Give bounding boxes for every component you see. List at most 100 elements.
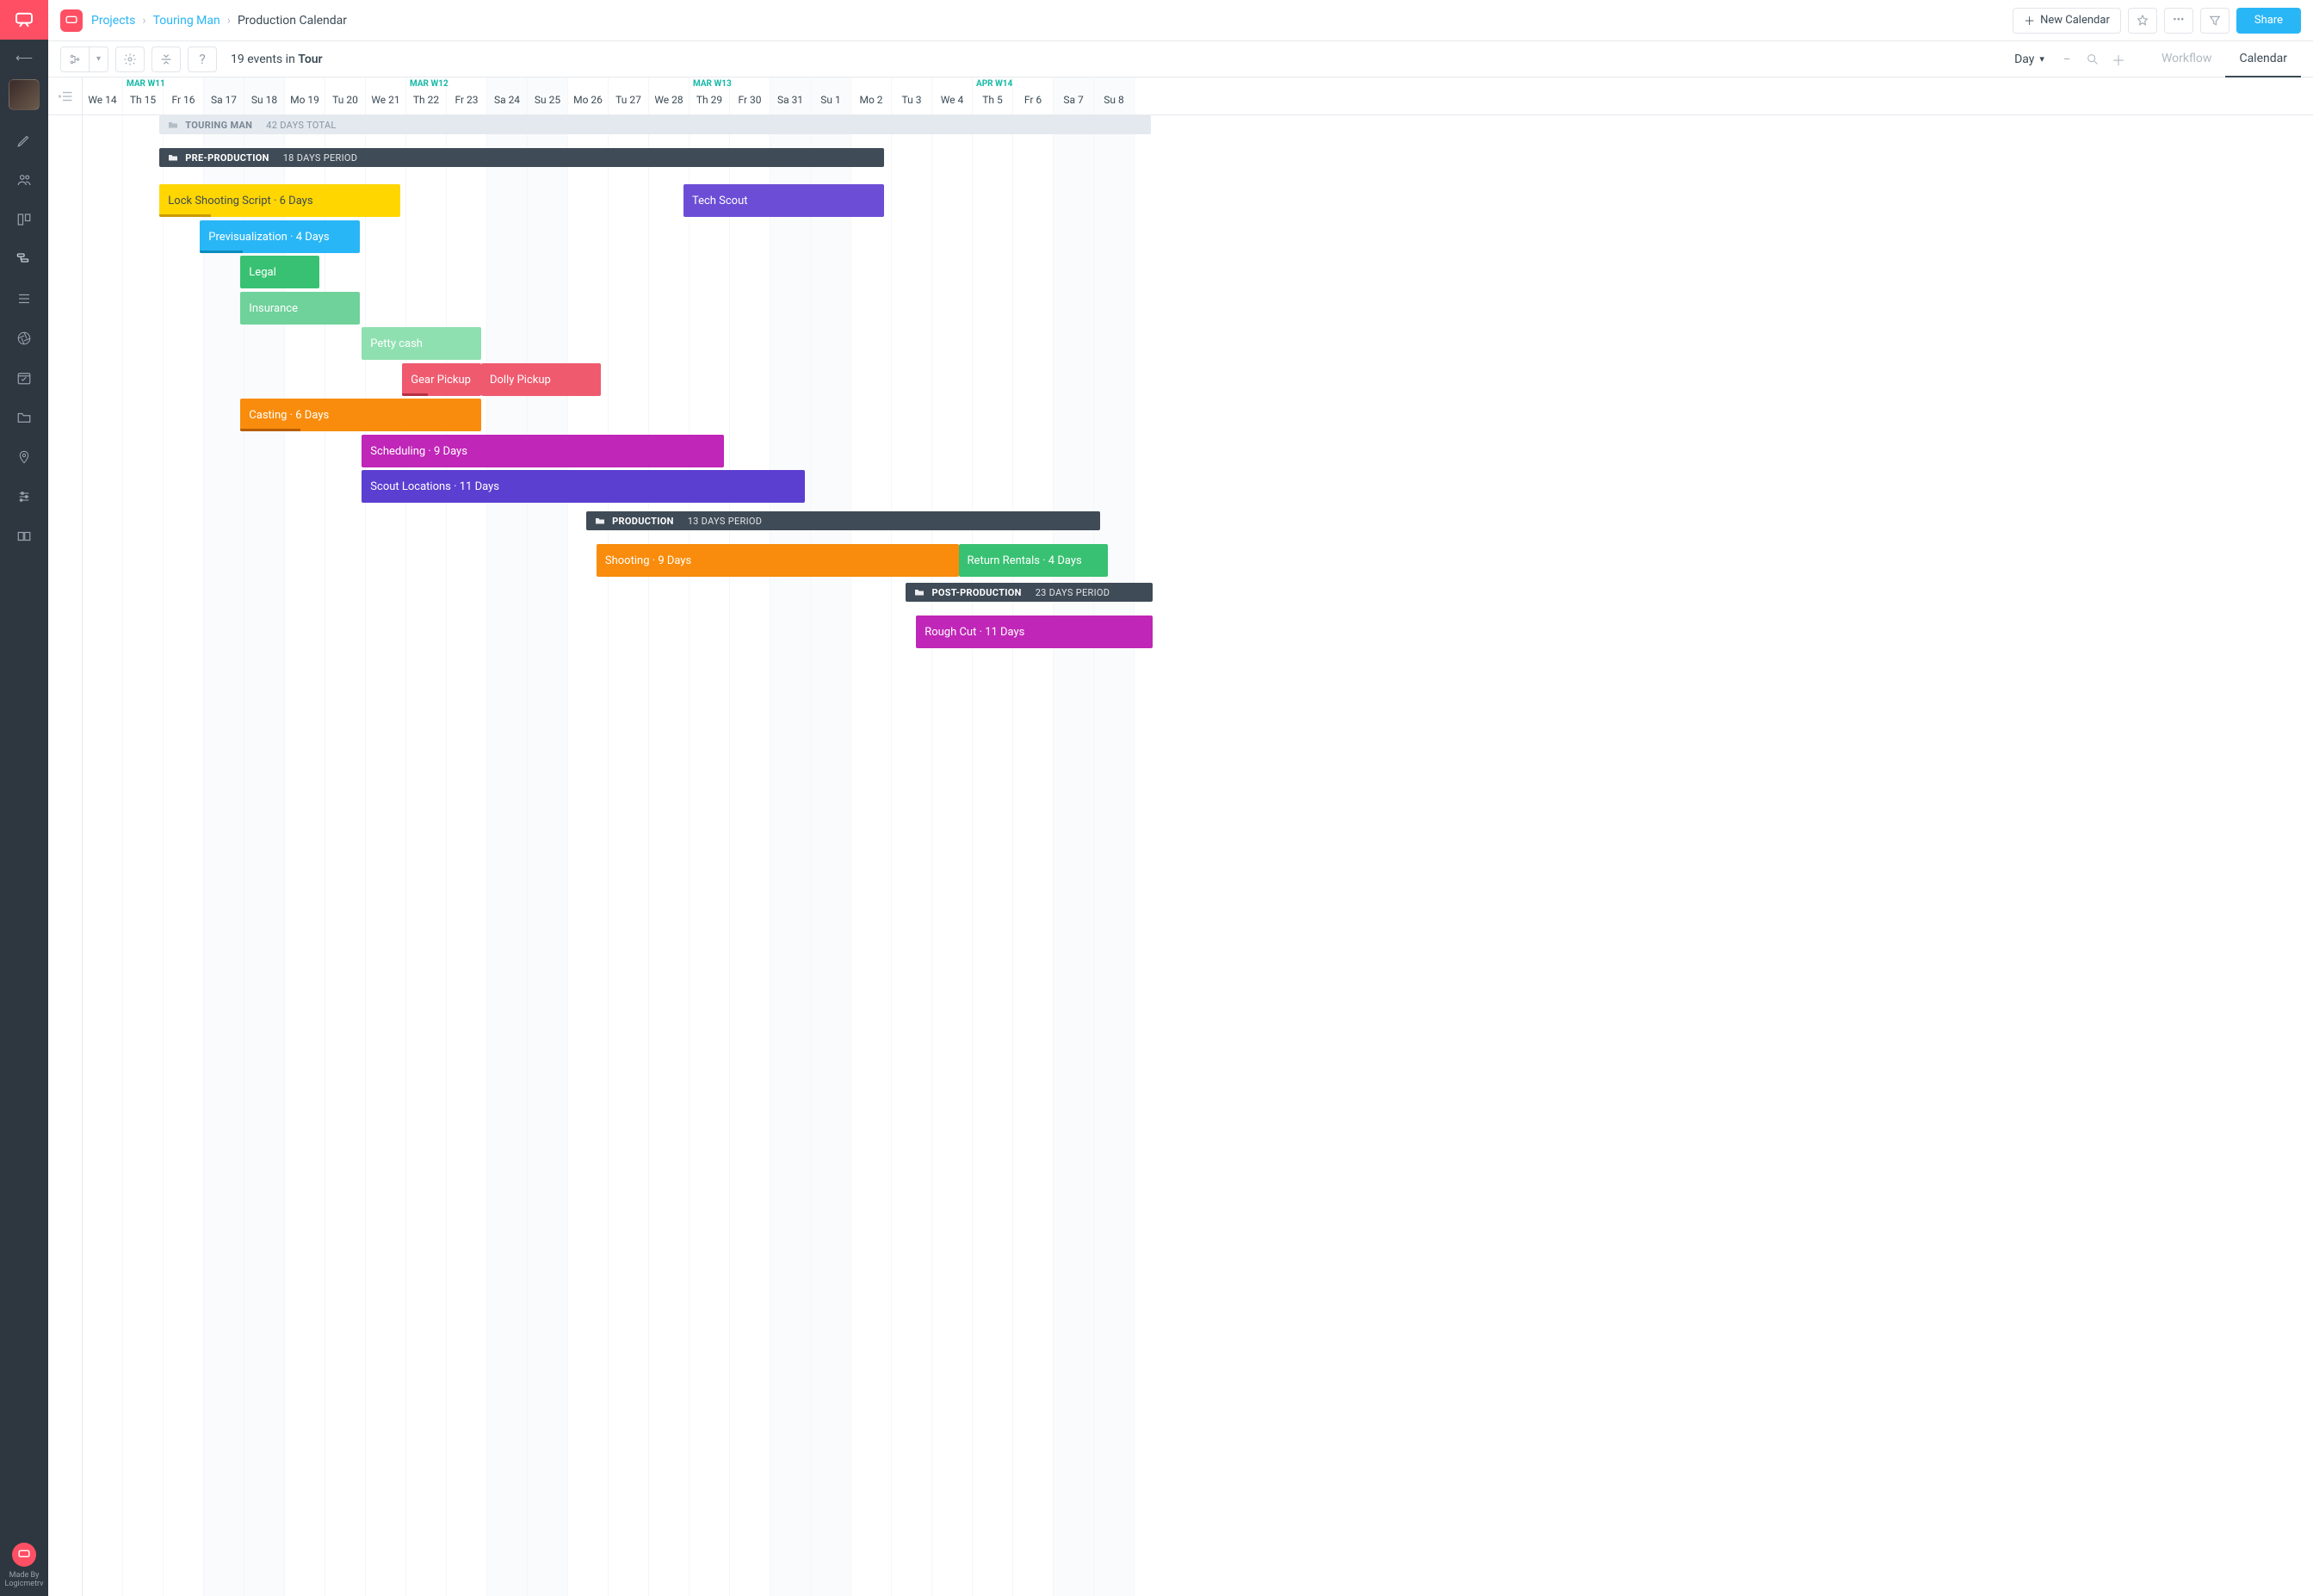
day-column[interactable]: Su 18 (244, 77, 285, 114)
chat-bubble-icon[interactable] (12, 1543, 36, 1567)
day-label: Sa 17 (211, 94, 237, 106)
filter-button[interactable] (2200, 8, 2230, 34)
legal-bar[interactable]: Legal (240, 256, 319, 288)
preprod-summary[interactable]: PRE-PRODUCTION18 DAYS PERIOD (159, 148, 883, 167)
day-column[interactable]: Sa 31 (770, 77, 811, 114)
shooting-bar[interactable]: Shooting · 9 Days (597, 544, 959, 577)
new-calendar-button[interactable]: ＋New Calendar (2013, 8, 2121, 34)
sliders-icon[interactable] (15, 487, 34, 506)
day-column[interactable]: Fr 6 (1013, 77, 1054, 114)
day-column[interactable]: Sa 7 (1054, 77, 1094, 114)
day-column[interactable]: Mo 26 (568, 77, 609, 114)
timeline-indent-toggle[interactable] (48, 77, 83, 114)
left-sidebar: ⟵ Made By Logicmetrv (0, 0, 48, 1596)
event-label: Return Rentals · 4 Days (968, 554, 1082, 567)
day-column[interactable]: We 28 (649, 77, 690, 114)
flows-icon[interactable] (15, 250, 34, 269)
scheduling-bar[interactable]: Scheduling · 9 Days (362, 435, 724, 467)
tab-workflow[interactable]: Workflow (2148, 41, 2226, 77)
day-column[interactable]: Sa 17 (204, 77, 244, 114)
collapse-all-button[interactable] (152, 46, 181, 72)
star-button[interactable] (2128, 8, 2157, 34)
calendar-check-icon[interactable] (15, 368, 34, 387)
users-icon[interactable] (15, 170, 34, 189)
day-column[interactable]: Su 8 (1094, 77, 1135, 114)
zoom-reset-button[interactable] (2081, 47, 2105, 71)
hierarchy-dropdown-button[interactable]: ▾ (90, 46, 108, 72)
day-column[interactable]: Su 25 (528, 77, 568, 114)
gantt-chart[interactable]: TOURING MAN42 DAYS TOTAL PRE-PRODUCTION18… (83, 115, 2313, 1596)
chevron-down-icon: ▾ (2039, 53, 2044, 65)
day-column[interactable]: Fr 16 (164, 77, 204, 114)
insurance-bar[interactable]: Insurance (240, 292, 360, 325)
day-column[interactable]: MAR W13Th 29 (690, 77, 730, 114)
list-icon[interactable] (15, 289, 34, 308)
chevron-right-icon: › (142, 14, 145, 28)
day-column[interactable]: We 4 (932, 77, 973, 114)
folder-icon[interactable] (15, 408, 34, 427)
prod-summary[interactable]: PRODUCTION13 DAYS PERIOD (586, 511, 1100, 530)
previs-bar[interactable]: Previsualization · 4 Days (200, 220, 360, 253)
help-button[interactable]: ? (188, 46, 217, 72)
settings-gear-button[interactable] (115, 46, 145, 72)
project-summary[interactable]: TOURING MAN42 DAYS TOTAL (159, 115, 1151, 134)
breadcrumb-project[interactable]: Touring Man (153, 14, 220, 28)
project-icon[interactable] (60, 9, 83, 32)
zoom-in-button[interactable]: ＋ (2106, 47, 2131, 71)
summary-sub: 23 DAYS PERIOD (1036, 587, 1110, 598)
day-column[interactable]: Tu 27 (609, 77, 649, 114)
board-icon[interactable] (15, 210, 34, 229)
new-calendar-label: New Calendar (2040, 14, 2110, 27)
tech-scout-bar[interactable]: Tech Scout (683, 184, 884, 217)
folder-icon (595, 517, 605, 525)
app-logo-icon[interactable] (0, 0, 48, 40)
zoom-out-button[interactable]: − (2055, 47, 2079, 71)
day-column[interactable]: MAR W12Th 22 (406, 77, 447, 114)
return-rentals-bar[interactable]: Return Rentals · 4 Days (959, 544, 1109, 577)
zoom-unit-dropdown[interactable]: Day ▾ (2014, 53, 2044, 66)
day-column[interactable]: MAR W11Th 15 (123, 77, 164, 114)
event-label: Gear Pickup (411, 374, 471, 387)
lock-script-bar[interactable]: Lock Shooting Script · 6 Days (159, 184, 400, 217)
user-avatar[interactable] (9, 79, 40, 110)
toolbar: ▾ ? 19 events in Tour Day ▾ − ＋ Workflow… (48, 41, 2313, 77)
folder-icon (168, 121, 178, 129)
day-column[interactable]: APR W14Th 5 (973, 77, 1013, 114)
pin-icon[interactable] (15, 448, 34, 467)
aperture-icon[interactable] (15, 329, 34, 348)
rough-cut-bar[interactable]: Rough Cut · 11 Days (916, 616, 1153, 648)
summary-label: TOURING MAN (185, 120, 252, 131)
share-button[interactable]: Share (2236, 8, 2301, 34)
scout-loc-bar[interactable]: Scout Locations · 11 Days (362, 470, 805, 503)
day-column[interactable]: Fr 23 (447, 77, 487, 114)
day-label: We 4 (941, 94, 964, 106)
tab-calendar[interactable]: Calendar (2225, 41, 2301, 77)
day-column[interactable]: Mo 19 (285, 77, 325, 114)
summary-label: PRODUCTION (612, 516, 674, 527)
day-label: Tu 20 (332, 94, 358, 106)
day-column[interactable]: We 14 (83, 77, 123, 114)
more-button[interactable]: ••• (2164, 8, 2193, 34)
casting-bar[interactable]: Casting · 6 Days (240, 399, 481, 431)
day-label: Fr 16 (171, 94, 195, 106)
day-column[interactable]: We 21 (366, 77, 406, 114)
events-scope: Tour (298, 53, 322, 66)
day-column[interactable]: Mo 2 (851, 77, 892, 114)
dolly-pickup-bar[interactable]: Dolly Pickup (481, 363, 601, 396)
gear-pickup-bar[interactable]: Gear Pickup (402, 363, 481, 396)
book-icon[interactable] (15, 527, 34, 546)
day-label: Fr 6 (1024, 94, 1042, 106)
day-column[interactable]: Su 1 (811, 77, 851, 114)
share-label: Share (2254, 14, 2283, 27)
summary-label: PRE-PRODUCTION (185, 152, 269, 164)
day-column[interactable]: Tu 20 (325, 77, 366, 114)
breadcrumb-projects[interactable]: Projects (91, 14, 135, 28)
day-column[interactable]: Tu 3 (892, 77, 932, 114)
day-column[interactable]: Fr 30 (730, 77, 770, 114)
petty-cash-bar[interactable]: Petty cash (362, 327, 481, 360)
day-column[interactable]: Sa 24 (487, 77, 528, 114)
collapse-sidebar-icon[interactable]: ⟵ (15, 52, 33, 65)
hierarchy-button[interactable] (60, 46, 90, 72)
pencil-icon[interactable] (15, 131, 34, 150)
postprod-summary[interactable]: POST-PRODUCTION23 DAYS PERIOD (906, 583, 1153, 602)
